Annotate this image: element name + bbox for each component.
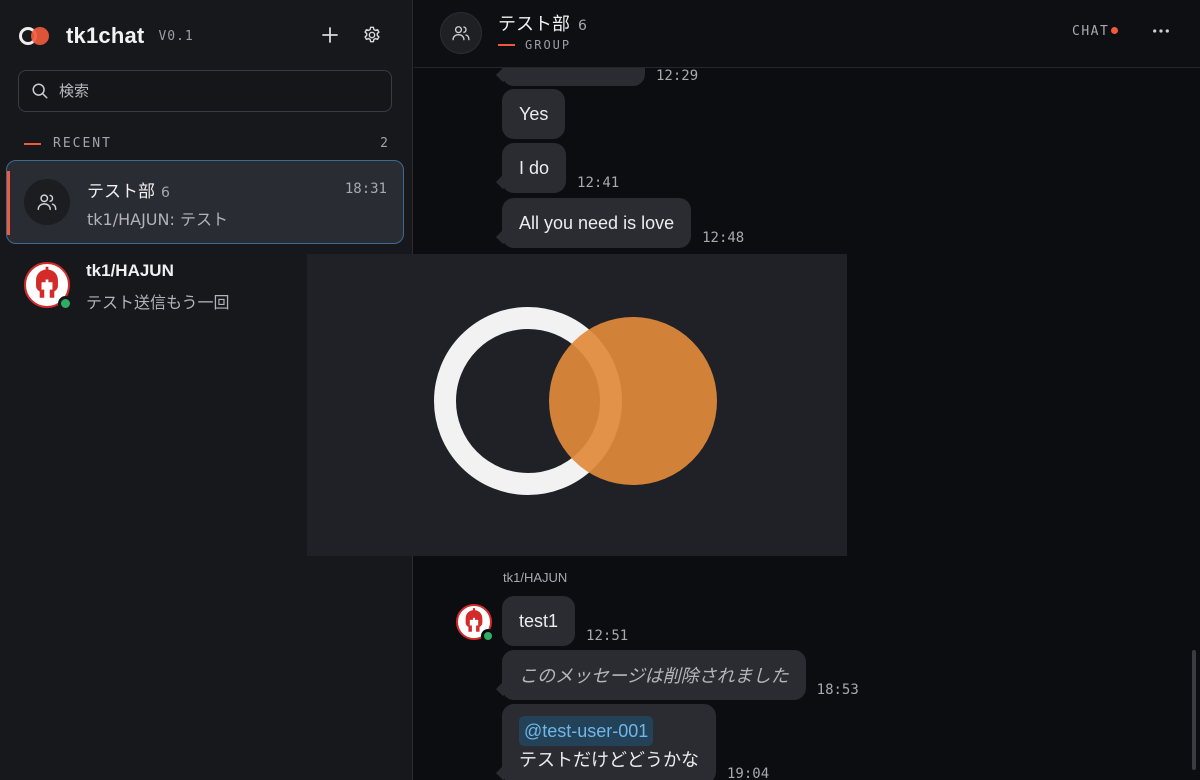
more-horizontal-icon (1153, 29, 1169, 33)
message: 12:29 (502, 68, 698, 86)
conversation-time: 18:31 (344, 181, 387, 197)
message-text: テストだけどどうかな (519, 750, 699, 770)
group-avatar[interactable] (440, 12, 482, 54)
section-dash (24, 142, 41, 145)
online-status-dot (58, 296, 73, 311)
chat-mode-indicator: CHAT (1072, 24, 1119, 39)
app-name: tk1chat (66, 23, 145, 48)
conversation-name: テスト部 6 (87, 182, 170, 202)
users-icon (37, 194, 57, 211)
message-time: 18:53 (816, 682, 859, 698)
mention-tag[interactable]: @test-user-001 (519, 716, 654, 746)
app-logo-icon (18, 24, 52, 48)
app-version: V0.1 (158, 28, 194, 44)
message-bubble: @test-user-001 テストだけどどうかな (502, 704, 716, 780)
message-time: 12:29 (656, 68, 699, 84)
conversation-item-test-group[interactable]: テスト部 6 18:31 tk1/HAJUN: テスト (6, 160, 404, 244)
search-icon (32, 83, 48, 99)
chat-subtitle: GROUP (498, 38, 571, 52)
search-box[interactable] (18, 70, 392, 112)
conversation-preview: テスト送信もう一回 (86, 293, 230, 312)
message: I do 12:41 (502, 143, 619, 193)
message-time: 19:04 (727, 766, 770, 780)
scrollbar-thumb[interactable] (1192, 650, 1196, 770)
conversation-name: tk1/HAJUN (86, 261, 174, 280)
member-count: 6 (161, 185, 170, 201)
app-logo-overlay (307, 254, 847, 556)
brand: tk1chat V0.1 (18, 22, 194, 50)
message-time: 12:51 (586, 628, 629, 644)
message-deleted: このメッセージは削除されました 18:53 (502, 650, 859, 700)
message: All you need is love 12:48 (502, 198, 744, 248)
message-bubble: test1 (502, 596, 576, 646)
message: test1 12:51 (502, 596, 628, 646)
sender-name: tk1/HAJUN (503, 570, 568, 585)
message-bubble: このメッセージは削除されました (502, 650, 806, 700)
group-avatar (24, 179, 70, 225)
app-logo-icon (434, 307, 717, 495)
gear-icon (364, 26, 380, 43)
chat-header: テスト部 6 GROUP CHAT (414, 0, 1200, 68)
message: Yes (502, 89, 566, 139)
message-bubble: Yes (502, 89, 566, 139)
message-bubble: I do (502, 143, 567, 193)
message-bubble (502, 68, 645, 86)
message-time: 12:48 (702, 230, 745, 246)
message-time: 12:41 (577, 175, 620, 191)
settings-button[interactable] (359, 22, 385, 48)
more-options-button[interactable] (1148, 20, 1174, 42)
chat-title: テスト部 6 (498, 14, 587, 35)
message: @test-user-001 テストだけどどうかな 19:04 (502, 704, 769, 780)
conversation-preview: tk1/HAJUN: テスト (87, 210, 228, 229)
section-label: RECENT (53, 136, 112, 151)
member-count: 6 (578, 18, 587, 34)
plus-icon (322, 27, 338, 43)
online-status-dot (481, 629, 495, 643)
new-chat-button[interactable] (317, 22, 343, 48)
active-indicator (7, 171, 10, 235)
section-count: 2 (380, 136, 388, 151)
users-icon (452, 26, 470, 41)
search-input[interactable] (59, 82, 359, 100)
recent-section-header: RECENT 2 (24, 136, 388, 151)
subtitle-dash (498, 44, 515, 46)
mode-status-dot (1111, 27, 1119, 34)
message-bubble: All you need is love (502, 198, 692, 248)
